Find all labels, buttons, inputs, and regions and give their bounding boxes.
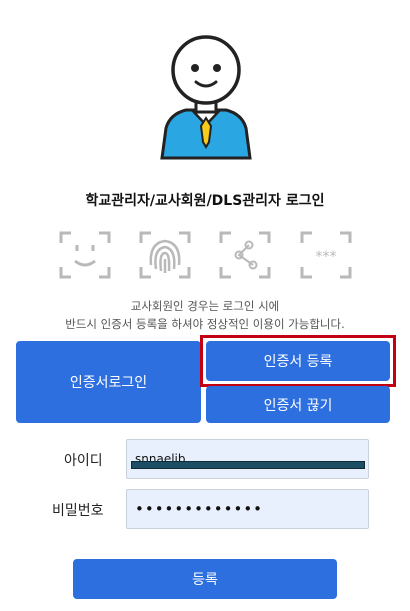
certificate-register-button[interactable]: 인증서 등록 [206,341,390,381]
id-label: 아이디 [64,453,103,469]
certificate-disconnect-button[interactable]: 인증서 끊기 [206,386,390,423]
password-input[interactable] [126,489,369,529]
auth-methods: *** [0,231,410,281]
pin-icon: *** [300,231,352,279]
face-scan-icon [59,231,111,279]
certificate-notice: 교사회원인 경우는 로그인 시에 반드시 인증서 등록을 하셔야 정상적인 이용… [0,297,410,333]
svg-text:***: *** [316,249,337,265]
certificate-login-button[interactable]: 인증서로그인 [16,341,201,423]
user-avatar-icon [160,35,252,160]
page-title: 학교관리자/교사회원/DLS관리자 로그인 [85,193,325,209]
id-input[interactable] [126,439,369,479]
redaction-bar [131,461,365,469]
register-button[interactable]: 등록 [73,559,337,599]
pattern-icon [219,231,271,279]
fingerprint-icon [139,231,191,279]
notice-line-2: 반드시 인증서 등록을 하셔야 정상적인 이용이 가능합니다. [65,317,345,331]
password-label: 비밀번호 [52,503,104,519]
notice-line-1: 교사회원인 경우는 로그인 시에 [130,299,280,313]
